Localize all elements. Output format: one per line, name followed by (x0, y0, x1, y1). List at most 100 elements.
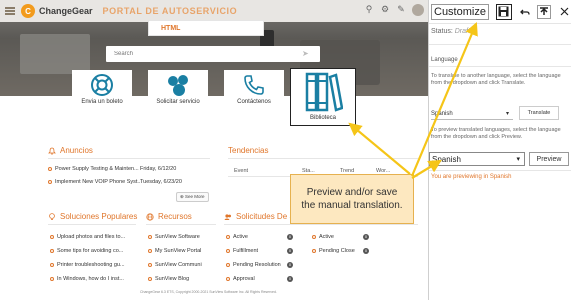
translate-language-select[interactable]: Spanish ▾ (431, 108, 513, 120)
tile-contact-us[interactable]: Contáctenos (224, 70, 284, 112)
bullet-icon (148, 249, 152, 253)
request-status-item[interactable]: Pending Close 0 (312, 248, 369, 254)
status-label: Status: (431, 28, 453, 35)
status-label: Approval (233, 276, 255, 282)
divider (429, 170, 571, 171)
top-navigation-bar: C ChangeGear PORTAL DE AUTOSERVICIO ⚲ ⚙ … (0, 0, 428, 22)
search-icon[interactable]: ⚲ (364, 4, 374, 14)
avatar[interactable] (412, 4, 424, 16)
bullet-icon (312, 249, 316, 253)
save-icon (498, 6, 509, 17)
tile-label: Contáctenos (237, 99, 271, 105)
lifebuoy-icon (91, 74, 113, 96)
save-button[interactable] (495, 3, 512, 20)
bullet-icon (50, 249, 54, 253)
item-text: SunView Communi (155, 262, 202, 268)
list-item[interactable]: In Windows, how do I inst... (50, 276, 124, 282)
tile-submit-ticket[interactable]: Envia un boleto (72, 70, 132, 112)
request-status-item[interactable]: Pending Resolution 0 (226, 262, 293, 268)
list-item[interactable]: Upload photos and files to... (50, 234, 125, 240)
status-label: Active (319, 234, 334, 240)
resource-link[interactable]: SunView Communi (148, 262, 202, 268)
resource-link[interactable]: SunView Software (148, 234, 200, 240)
send-icon[interactable]: ➤ (302, 50, 312, 58)
bullet-icon (48, 167, 52, 171)
bullet-icon (48, 180, 52, 184)
status-label: Pending Resolution (233, 262, 281, 268)
bullet-icon (226, 249, 230, 253)
tutorial-callout: Preview and/or save the manual translati… (290, 174, 414, 224)
phone-icon (244, 75, 264, 95)
panel-title: Customize (431, 3, 489, 20)
close-button[interactable] (557, 5, 571, 19)
publish-button[interactable] (537, 4, 552, 19)
hamburger-menu-icon[interactable] (3, 5, 17, 17)
section-title-text: Anuncios (60, 146, 93, 155)
count-badge: 0 (287, 262, 293, 268)
select-value: Spanish (432, 154, 461, 164)
request-status-item[interactable]: Active 0 (312, 234, 369, 240)
item-date: Tuesday, 6/23/20 (140, 179, 182, 185)
edit-icon[interactable]: ✎ (396, 4, 406, 14)
column-header[interactable]: Event (234, 168, 248, 174)
bullet-icon (148, 277, 152, 281)
translate-help-text: To translate to another language, select… (431, 73, 561, 86)
tile-label: Envia un boleto (81, 99, 123, 105)
translate-button[interactable]: Translate (519, 106, 559, 120)
service-request-icon (168, 75, 188, 96)
list-item[interactable]: Power Supply Testing & Mainten... Friday… (48, 166, 176, 172)
bullet-icon (312, 235, 316, 239)
chevron-down-icon: ▾ (516, 156, 520, 163)
previewing-note: You are previewing in Spanish (431, 174, 512, 180)
lightbulb-icon (49, 212, 55, 220)
upload-icon (540, 6, 549, 15)
select-value: Spanish (431, 110, 453, 117)
request-status-item[interactable]: Fulfillment 0 (226, 248, 293, 254)
panel-header: Customize (429, 0, 571, 24)
status-label: Pending Close (319, 248, 355, 254)
request-status-item[interactable]: Approval 0 (226, 276, 293, 282)
undo-button[interactable] (518, 5, 532, 19)
divider (48, 158, 210, 159)
search-input[interactable] (114, 51, 302, 57)
divider (146, 224, 216, 225)
tile-library[interactable]: Biblioteca (290, 68, 356, 126)
bullet-icon (226, 263, 230, 267)
chevron-down-icon: ▾ (505, 111, 509, 117)
resource-link[interactable]: My SunView Portal (148, 248, 201, 254)
item-text: My SunView Portal (155, 248, 202, 254)
see-more-button[interactable]: ⊕ See More (176, 192, 209, 202)
search-bar: ➤ (106, 46, 320, 62)
preview-button[interactable]: Preview (529, 152, 569, 166)
list-item[interactable]: Printer troubleshooting gu... (50, 262, 125, 268)
count-badge: 0 (363, 248, 369, 254)
preview-language-select[interactable]: Spanish ▾ (429, 152, 525, 166)
users-icon (224, 213, 231, 220)
item-text: Some tips for avoiding co... (57, 248, 124, 254)
divider (48, 224, 136, 225)
request-status-item[interactable]: Active 0 (226, 234, 293, 240)
item-text: Power Supply Testing & Mainten... (55, 166, 139, 172)
list-item[interactable]: Some tips for avoiding co... (50, 248, 123, 254)
section-title-text: Recursos (158, 212, 192, 221)
item-text: Printer troubleshooting gu... (57, 262, 125, 268)
preview-help-text: To preview translated languages, select … (431, 127, 561, 140)
section-title-text: Tendencias (228, 146, 269, 155)
html-widget[interactable]: HTML (148, 20, 264, 36)
bullet-icon (148, 263, 152, 267)
settings-icon[interactable]: ⚙ (380, 4, 390, 14)
arrow-to-library (348, 122, 411, 175)
solicitudes-heading: Solicitudes De Se (224, 212, 299, 221)
item-text: Implement New VOIP Phone Syst... (55, 179, 140, 185)
item-text: SunView Blog (155, 276, 190, 282)
tile-request-service[interactable]: Solicitar servicio (148, 70, 208, 112)
list-item[interactable]: Implement New VOIP Phone Syst... Tuesday… (48, 179, 182, 185)
count-badge: 0 (287, 234, 293, 240)
anuncios-heading: Anuncios (48, 146, 93, 155)
tile-label: Solicitar servicio (156, 99, 200, 105)
bullet-icon (226, 277, 230, 281)
resource-link[interactable]: SunView Blog (148, 276, 189, 282)
globe-icon (146, 212, 154, 221)
bullet-icon (50, 277, 54, 281)
bullet-icon (226, 235, 230, 239)
